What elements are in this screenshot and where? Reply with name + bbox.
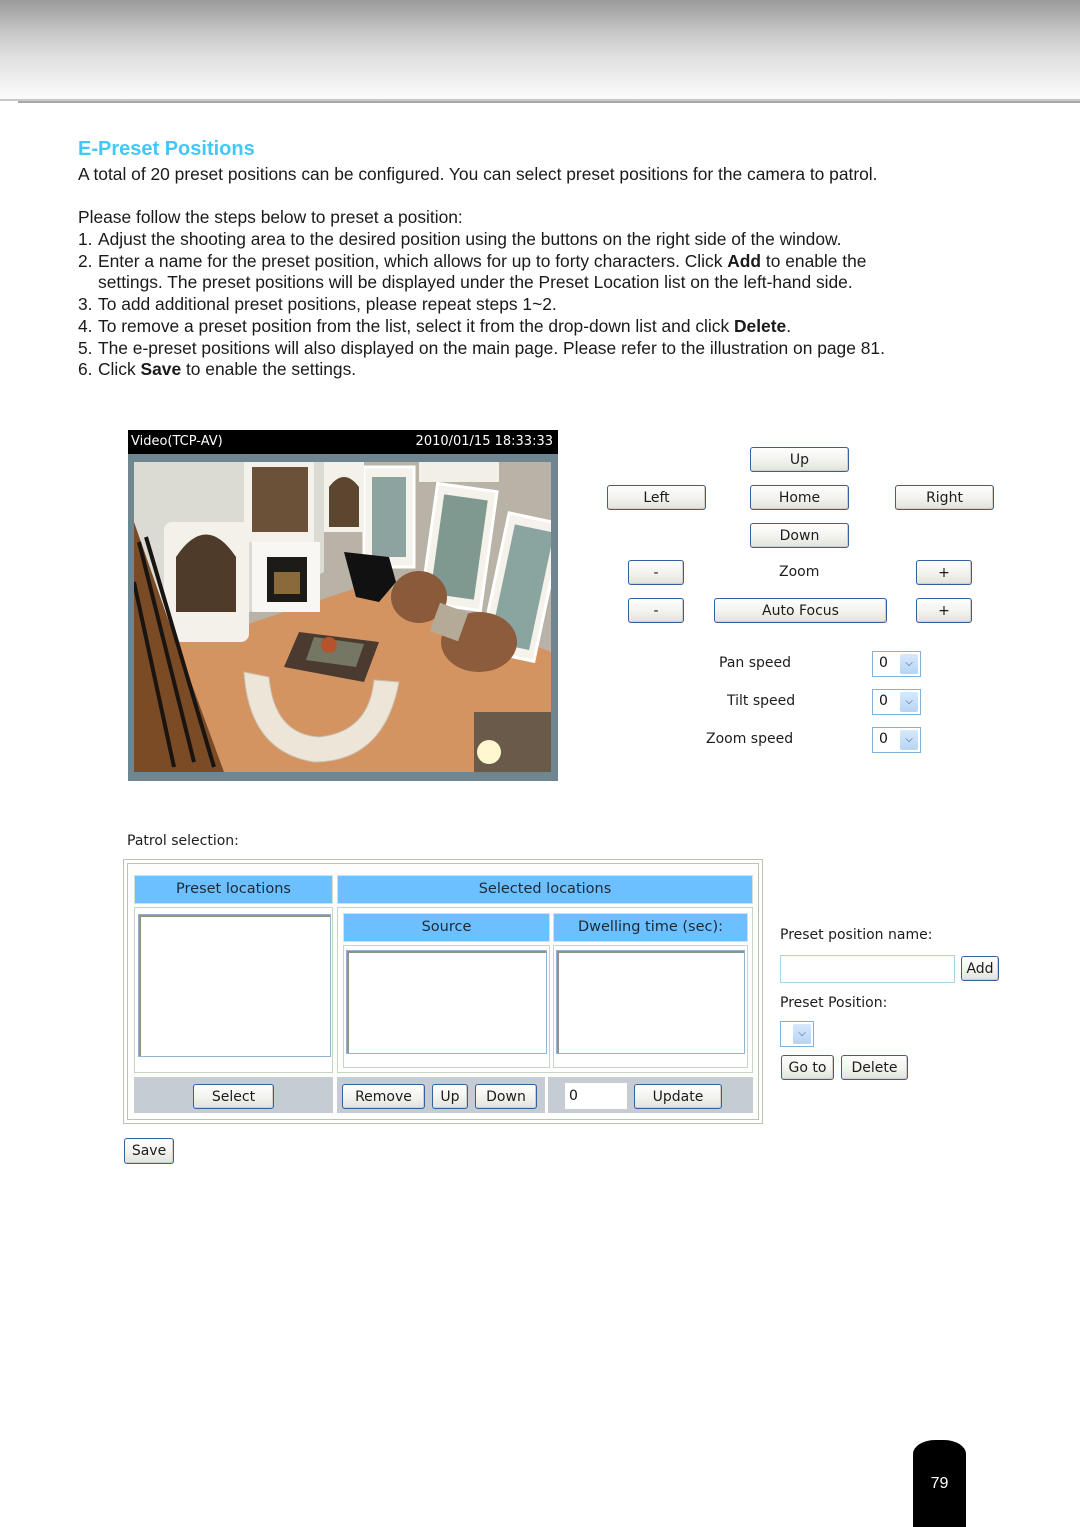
- pan-speed-value: 0: [879, 655, 888, 671]
- delete-preset-button[interactable]: Delete: [841, 1055, 908, 1080]
- pan-down-button[interactable]: Down: [750, 523, 849, 548]
- pan-speed-label: Pan speed: [719, 655, 792, 671]
- video-stream-title: Video(TCP-AV): [131, 434, 223, 449]
- video-panel: Video(TCP-AV) 2010/01/15 18:33:33: [128, 430, 558, 781]
- camera-settings-screenshot: Video(TCP-AV) 2010/01/15 18:33:33 Up Lef…: [0, 0, 1080, 1527]
- remove-button[interactable]: Remove: [342, 1084, 425, 1109]
- chevron-down-icon: ⌵: [900, 654, 918, 674]
- save-button[interactable]: Save: [124, 1138, 174, 1164]
- dwelling-time-listbox[interactable]: [556, 950, 745, 1054]
- update-button[interactable]: Update: [634, 1084, 722, 1109]
- add-preset-button[interactable]: Add: [961, 956, 999, 981]
- selected-locations-header: Selected locations: [337, 875, 753, 904]
- zoom-out-button[interactable]: -: [628, 560, 684, 585]
- tilt-speed-select[interactable]: 0 ⌵: [872, 689, 921, 715]
- auto-focus-button[interactable]: Auto Focus: [714, 598, 887, 623]
- page-number-tab: 79: [913, 1440, 966, 1527]
- pan-left-button[interactable]: Left: [607, 485, 706, 510]
- move-down-button[interactable]: Down: [475, 1084, 537, 1109]
- focus-far-button[interactable]: +: [916, 598, 972, 623]
- zoom-in-button[interactable]: +: [916, 560, 972, 585]
- focus-near-button[interactable]: -: [628, 598, 684, 623]
- preset-position-select[interactable]: ⌵: [780, 1021, 814, 1047]
- dwelling-time-header: Dwelling time (sec):: [553, 913, 748, 942]
- preset-locations-header: Preset locations: [134, 875, 333, 904]
- zoom-speed-select[interactable]: 0 ⌵: [872, 727, 921, 753]
- zoom-label: Zoom: [779, 564, 820, 580]
- tilt-speed-label: Tilt speed: [727, 693, 796, 709]
- dwelling-time-input[interactable]: 0: [564, 1082, 628, 1110]
- patrol-selection-label: Patrol selection:: [127, 833, 239, 849]
- home-button[interactable]: Home: [750, 485, 849, 510]
- zoom-speed-label: Zoom speed: [706, 731, 794, 747]
- video-title-bar: Video(TCP-AV) 2010/01/15 18:33:33: [128, 430, 558, 454]
- move-up-button[interactable]: Up: [432, 1084, 468, 1109]
- goto-preset-button[interactable]: Go to: [781, 1055, 834, 1080]
- pan-speed-select[interactable]: 0 ⌵: [872, 651, 921, 677]
- source-listbox[interactable]: [346, 950, 547, 1054]
- select-button[interactable]: Select: [193, 1084, 274, 1109]
- preset-position-label: Preset Position:: [780, 995, 888, 1011]
- pan-up-button[interactable]: Up: [750, 447, 849, 472]
- live-video-image[interactable]: [134, 462, 551, 772]
- chevron-down-icon: ⌵: [793, 1024, 811, 1044]
- preset-locations-listbox[interactable]: [138, 914, 331, 1057]
- pan-right-button[interactable]: Right: [895, 485, 994, 510]
- living-room-scene: [134, 462, 551, 772]
- chevron-down-icon: ⌵: [900, 730, 918, 750]
- page-number: 79: [930, 1475, 949, 1492]
- video-timestamp: 2010/01/15 18:33:33: [415, 434, 553, 449]
- zoom-speed-value: 0: [879, 731, 888, 747]
- tilt-speed-value: 0: [879, 693, 888, 709]
- chevron-down-icon: ⌵: [900, 692, 918, 712]
- preset-name-label: Preset position name:: [780, 927, 933, 943]
- preset-name-input[interactable]: [780, 955, 955, 983]
- source-header: Source: [343, 913, 550, 942]
